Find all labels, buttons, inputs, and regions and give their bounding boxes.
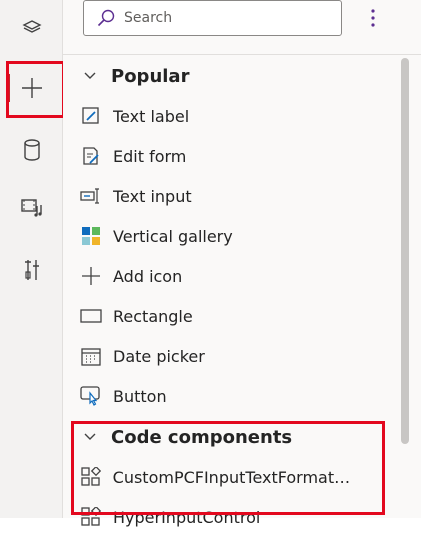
date-picker-icon — [79, 344, 103, 368]
code-component-icon — [79, 465, 103, 489]
search-placeholder: Search — [124, 10, 173, 26]
list-item-code-component[interactable]: CustomPCFInputTextFormatt... — [77, 459, 352, 495]
search-input[interactable]: Search — [83, 0, 342, 36]
database-icon — [23, 139, 40, 161]
edit-form-icon — [79, 144, 103, 168]
item-label: Button — [113, 386, 167, 406]
media-button[interactable] — [0, 186, 63, 230]
section-title: Popular — [111, 65, 190, 87]
list-item-edit-form[interactable]: Edit form — [77, 138, 387, 174]
section-title: Code components — [111, 426, 293, 448]
item-label: Text input — [113, 186, 192, 206]
item-label: Vertical gallery — [113, 226, 233, 246]
list-item-button[interactable]: Button — [77, 378, 387, 414]
code-components-section-header[interactable]: Code components — [83, 425, 292, 449]
plus-icon — [21, 78, 42, 98]
more-options-button[interactable] — [363, 6, 383, 30]
item-label: Date picker — [113, 346, 205, 366]
divider — [63, 54, 421, 55]
button-icon — [79, 384, 103, 408]
left-rail — [0, 0, 63, 518]
layers-icon — [21, 20, 42, 33]
insert-panel: Search Popular Text label Edit form Text… — [63, 0, 421, 527]
item-label: Add icon — [113, 266, 183, 286]
popular-section-header[interactable]: Popular — [83, 64, 189, 88]
chevron-down-icon — [84, 433, 96, 440]
item-label: CustomPCFInputTextFormatt... — [112, 467, 352, 487]
tools-button[interactable] — [0, 248, 63, 292]
item-label: Edit form — [113, 146, 187, 166]
list-item-date-picker[interactable]: Date picker — [77, 338, 387, 374]
item-label: Text label — [113, 106, 190, 126]
tree-view-button[interactable] — [0, 6, 63, 50]
chevron-down-icon — [84, 72, 96, 79]
list-item-text-label[interactable]: Text label — [77, 98, 387, 134]
list-item-text-input[interactable]: Text input — [77, 178, 387, 214]
list-item-code-component[interactable]: HyperInputControl — [77, 499, 387, 535]
media-icon — [20, 199, 42, 217]
data-button[interactable] — [0, 128, 63, 172]
more-vertical-icon — [371, 9, 375, 27]
text-label-icon — [79, 104, 103, 128]
rectangle-icon — [79, 304, 103, 328]
list-item-vertical-gallery[interactable]: Vertical gallery — [77, 218, 387, 254]
item-label: Rectangle — [113, 306, 193, 326]
vertical-gallery-icon — [79, 224, 103, 248]
search-icon — [97, 9, 115, 27]
list-item-rectangle[interactable]: Rectangle — [77, 298, 387, 334]
insert-button[interactable] — [0, 66, 63, 110]
scrollbar[interactable] — [401, 58, 409, 444]
add-icon-icon — [79, 264, 103, 288]
item-label: HyperInputControl — [113, 507, 261, 527]
code-component-icon — [79, 505, 103, 529]
tools-icon — [24, 260, 39, 280]
text-input-icon — [79, 184, 103, 208]
list-item-add-icon[interactable]: Add icon — [77, 258, 387, 294]
